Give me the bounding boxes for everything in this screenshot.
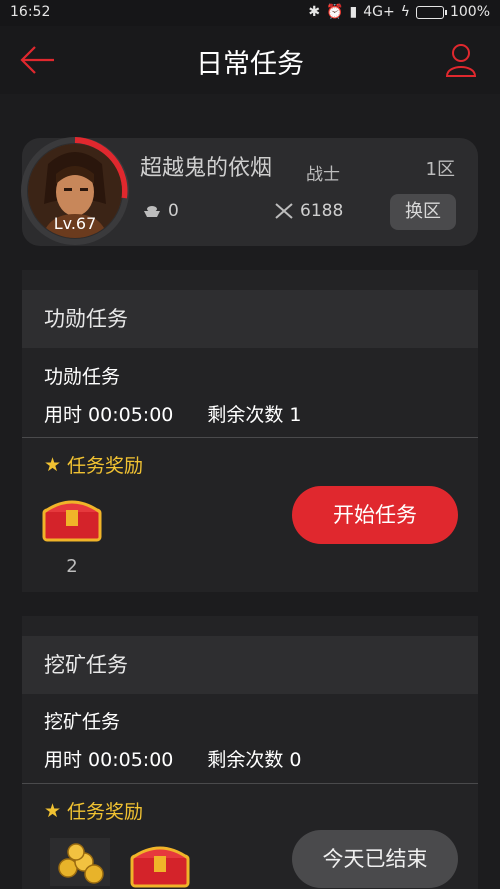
player-class: 战士 <box>306 165 340 185</box>
bluetooth-icon: ✱ <box>308 4 321 20</box>
status-bar: 16:52 ✱ ⏰ ▮ 4G+ ϟ 100% <box>0 0 500 26</box>
divider <box>22 437 478 438</box>
task-header: 挖矿任务 <box>22 636 478 694</box>
page-title: 日常任务 <box>196 49 304 80</box>
task-meta: 用时 00:05:00 剩余次数 0 <box>44 745 302 772</box>
task-header: 功勋任务 <box>22 290 478 348</box>
reward-label-text: 任务奖励 <box>67 455 144 477</box>
reward-label-text: 任务奖励 <box>67 801 144 823</box>
crossed-swords-icon <box>275 203 293 219</box>
task-duration: 用时 00:05:00 <box>44 749 174 771</box>
app-header: 日常任务 <box>0 26 500 94</box>
player-name: 超越鬼的依烟 <box>140 156 273 181</box>
silver-ingot-icon <box>144 206 160 217</box>
battery-icon <box>415 5 447 19</box>
task-meta: 用时 00:05:00 剩余次数 1 <box>44 400 302 427</box>
reward-label: ★ 任务奖励 <box>44 797 143 824</box>
star-icon: ★ <box>44 453 62 476</box>
task-name: 功勋任务 <box>44 366 121 388</box>
task-remaining: 剩余次数 0 <box>207 749 302 771</box>
power-stat: 6188 <box>274 201 343 221</box>
charging-icon: ϟ <box>400 4 410 20</box>
task-ended-button[interactable]: 今天已结束 <box>292 830 458 888</box>
task-remaining: 剩余次数 1 <box>207 404 302 426</box>
player-zone: 1区 <box>425 159 455 180</box>
battery-percent: 100% <box>449 4 490 20</box>
task-card-merit: 功勋任务 功勋任务 用时 00:05:00 剩余次数 1 ★ 任务奖励 2 开始任… <box>22 270 478 592</box>
treasure-chest-icon <box>42 500 102 542</box>
task-card-mining: 挖矿任务 挖矿任务 用时 00:05:00 剩余次数 0 ★ 任务奖励 今天已结束 <box>22 616 478 889</box>
task-duration: 用时 00:05:00 <box>44 404 174 426</box>
divider <box>22 783 478 784</box>
switch-zone-button[interactable]: 换区 <box>390 194 456 230</box>
signal-icon: ▮ <box>349 4 358 20</box>
gold-coins-icon <box>50 838 110 886</box>
reward-count: 2 <box>66 556 78 577</box>
task-name: 挖矿任务 <box>44 711 121 733</box>
power-value: 6188 <box>300 201 344 221</box>
network-type: 4G+ <box>363 4 395 20</box>
start-task-button[interactable]: 开始任务 <box>292 486 458 544</box>
avatar: Lv.67 <box>20 136 130 246</box>
silver-stat: 0 <box>142 201 179 221</box>
status-time: 16:52 <box>10 4 51 20</box>
reward-label: ★ 任务奖励 <box>44 451 143 478</box>
star-icon: ★ <box>44 799 62 822</box>
status-icons: ✱ ⏰ ▮ 4G+ ϟ 100% <box>308 4 490 20</box>
user-icon[interactable] <box>444 42 478 78</box>
silver-value: 0 <box>168 201 179 221</box>
treasure-chest-icon <box>130 846 190 888</box>
alarm-icon: ⏰ <box>326 4 344 20</box>
player-level: Lv.67 <box>53 214 97 233</box>
